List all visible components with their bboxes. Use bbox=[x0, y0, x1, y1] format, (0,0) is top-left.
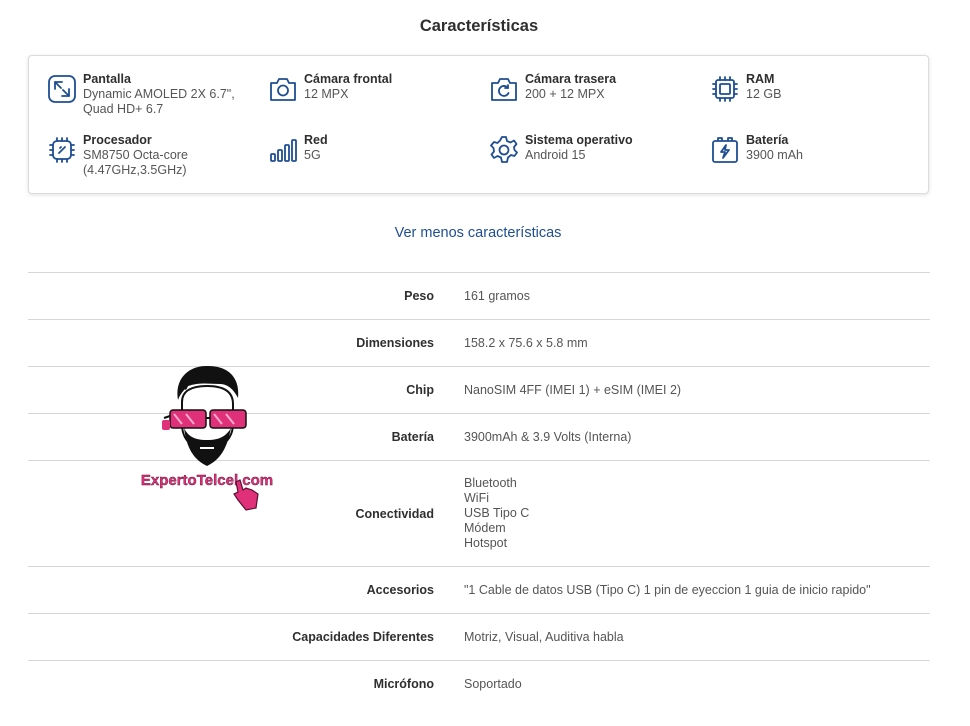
list-item: Módem bbox=[464, 521, 506, 535]
spec-value-list: Bluetooth WiFi USB Tipo C Módem Hotspot bbox=[464, 461, 930, 567]
spec-value: Motriz, Visual, Auditiva habla bbox=[464, 629, 624, 644]
section-title: Características bbox=[419, 17, 539, 35]
feature-label: Red bbox=[304, 133, 328, 147]
feature-value: 12 GB bbox=[746, 87, 782, 101]
watermark-logo: ExpertoTelcel.com bbox=[140, 362, 275, 512]
spec-key: Micrófono bbox=[373, 677, 434, 692]
feature-value: 5G bbox=[304, 148, 321, 162]
spec-value: 158.2 x 75.6 x 5.8 mm bbox=[464, 335, 588, 350]
feature-label: Cámara frontal bbox=[304, 72, 393, 86]
table-row: Micrófono Soportado bbox=[28, 660, 930, 708]
feature-value: 3900 mAh bbox=[746, 148, 803, 162]
battery-bolt-icon bbox=[710, 135, 740, 165]
watermark-text: ExpertoTelcel.com bbox=[141, 472, 273, 489]
feature-value: 200 + 12 MPX bbox=[525, 87, 605, 101]
feature-label: RAM bbox=[746, 72, 775, 86]
table-row: Capacidades Diferentes Motriz, Visual, A… bbox=[28, 613, 930, 661]
spec-key: Capacidades Diferentes bbox=[292, 630, 434, 644]
processor-icon bbox=[47, 135, 77, 165]
list-item: USB Tipo C bbox=[464, 506, 530, 520]
spec-key: Peso bbox=[404, 289, 434, 303]
table-row: Accesorios "1 Cable de datos USB (Tipo C… bbox=[28, 566, 930, 614]
rear-camera-icon bbox=[489, 74, 519, 104]
gear-icon bbox=[489, 135, 519, 165]
feature-label: Sistema operativo bbox=[525, 133, 633, 147]
front-camera-icon bbox=[268, 74, 298, 104]
list-item: WiFi bbox=[464, 491, 489, 505]
spec-value: Soportado bbox=[464, 676, 522, 691]
ram-chip-icon bbox=[710, 74, 740, 104]
spec-key: Accesorios bbox=[366, 583, 434, 597]
spec-value: 3900mAh & 3.9 Volts (Interna) bbox=[464, 429, 632, 444]
signal-bars-icon bbox=[268, 135, 298, 165]
expand-arrows-icon bbox=[47, 74, 77, 104]
toggle-characteristics-link[interactable]: Ver menos características bbox=[0, 225, 956, 241]
feature-label: Procesador bbox=[83, 133, 152, 147]
spec-value: "1 Cable de datos USB (Tipo C) 1 pin de … bbox=[464, 582, 871, 597]
feature-label: Pantalla bbox=[83, 72, 131, 86]
feature-label: Cámara trasera bbox=[525, 72, 617, 86]
spec-value: NanoSIM 4FF (IMEI 1) + eSIM (IMEI 2) bbox=[464, 382, 682, 397]
spec-value: 161 gramos bbox=[464, 288, 531, 303]
features-card: Pantalla Dynamic AMOLED 2X 6.7", Quad HD… bbox=[28, 55, 929, 194]
table-row: Peso 161 gramos bbox=[28, 272, 930, 320]
feature-value: SM8750 Octa-core (4.47GHz,3.5GHz) bbox=[83, 148, 188, 177]
list-item: Bluetooth bbox=[464, 476, 517, 490]
feature-value: Android 15 bbox=[525, 148, 586, 162]
list-item: Hotspot bbox=[464, 536, 508, 550]
feature-value: 12 MPX bbox=[304, 87, 349, 101]
spec-key: Dimensiones bbox=[356, 336, 434, 350]
table-row: Dimensiones 158.2 x 75.6 x 5.8 mm bbox=[28, 319, 930, 367]
feature-value: Dynamic AMOLED 2X 6.7", Quad HD+ 6.7 bbox=[83, 87, 235, 116]
feature-label: Batería bbox=[746, 133, 789, 147]
